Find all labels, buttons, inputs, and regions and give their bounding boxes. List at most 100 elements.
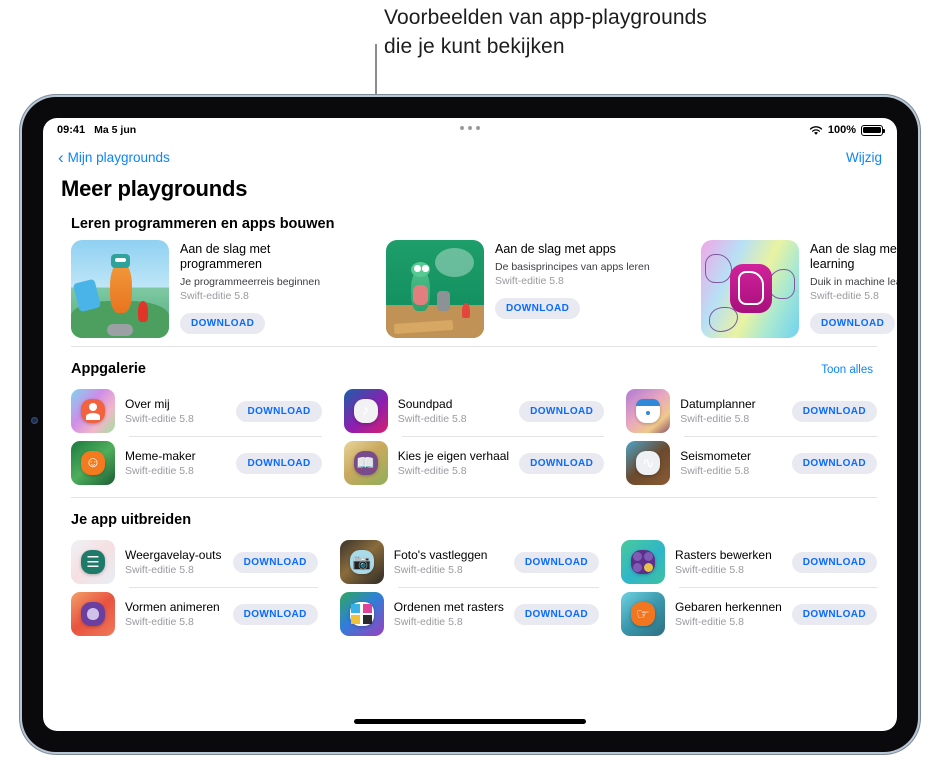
list-item[interactable]: ☰ Weergavelay-outs Swift-editie 5.8 DOWN…: [71, 536, 318, 588]
featured-card-version: Swift-editie 5.8: [495, 275, 564, 287]
app-version: Swift-editie 5.8: [680, 412, 750, 425]
soundpad-icon: ♪: [343, 389, 388, 433]
featured-card-title: Aan de slag met apps: [495, 242, 616, 256]
app-version: Swift-editie 5.8: [125, 563, 194, 576]
show-all-link[interactable]: Toon alles: [821, 364, 873, 376]
section-heading-label: Leren programmeren en apps bouwen: [71, 216, 335, 232]
list-item-meta: Over mij Swift-editie 5.8: [125, 397, 194, 426]
smart-connector-icon: [80, 97, 204, 98]
hands-rainbow-artwork: [701, 240, 799, 338]
list-item[interactable]: Over mij Swift-editie 5.8 DOWNLOAD: [71, 385, 322, 437]
list-item[interactable]: ♪ Soundpad Swift-editie 5.8 DOWNLOAD: [343, 385, 605, 437]
featured-card-info: Aan de slag met apps De basisprincipes v…: [495, 240, 650, 338]
section-heading-label: Appgalerie: [71, 361, 146, 377]
weergavelay-outs-icon: ☰: [71, 540, 115, 584]
list-item[interactable]: Datumplanner Swift-editie 5.8 DOWNLOAD: [626, 385, 877, 437]
app-name: Seismometer: [680, 448, 751, 463]
chevron-left-icon: ‹: [58, 147, 64, 167]
featured-card[interactable]: Aan de slag met apps De basisprincipes v…: [386, 240, 701, 338]
back-button[interactable]: ‹ Mijn playgrounds: [58, 149, 170, 166]
meme-maker-icon: ☺: [71, 441, 115, 485]
battery-full-icon: [861, 124, 885, 136]
edit-button[interactable]: Wijzig: [846, 150, 882, 165]
featured-card[interactable]: Aan de slag met machine learning Duik in…: [701, 240, 897, 338]
download-button[interactable]: DOWNLOAD: [791, 603, 877, 625]
front-camera-icon: [31, 417, 38, 424]
featured-card-version: Swift-editie 5.8: [810, 290, 879, 302]
list-item-meta: Foto's vastleggen Swift-editie 5.8: [394, 548, 488, 577]
app-name: Foto's vastleggen: [393, 547, 488, 562]
list-item[interactable]: 📖 Kies je eigen verhaal Swift-editie 5.8…: [343, 437, 605, 489]
list-item[interactable]: Rasters bewerken Swift-editie 5.8 DOWNLO…: [621, 536, 877, 588]
ipad-device-frame: 09:41 Ma 5 jun 100% ‹ Mijn playgrounds W…: [22, 97, 918, 752]
app-name: Gebaren herkennen: [675, 599, 782, 614]
ordenen-met-rasters-icon: [339, 592, 384, 636]
featured-card-title: Aan de slag met programmeren: [180, 242, 271, 271]
app-name: Rasters bewerken: [675, 547, 772, 562]
app-grid-uitbreiden: ☰ Weergavelay-outs Swift-editie 5.8 DOWN…: [43, 536, 897, 640]
featured-card[interactable]: Aan de slag met programmeren Je programm…: [71, 240, 386, 338]
vormen-animeren-icon: [71, 592, 115, 636]
home-indicator[interactable]: [354, 719, 586, 724]
ipad-screen: 09:41 Ma 5 jun 100% ‹ Mijn playgrounds W…: [43, 118, 897, 731]
app-version: Swift-editie 5.8: [125, 412, 194, 425]
app-name: Datumplanner: [680, 396, 756, 411]
screenshot-root: Voorbeelden van app-playgrounds die je k…: [0, 0, 931, 766]
seismometer-icon: ∿: [626, 441, 671, 485]
section-heading-label: Je app uitbreiden: [71, 512, 192, 528]
app-version: Swift-editie 5.8: [675, 563, 744, 576]
fotos-vastleggen-icon: 📷: [339, 540, 384, 584]
section-heading-uitbreiden: Je app uitbreiden: [43, 498, 897, 536]
download-button[interactable]: DOWNLOAD: [791, 452, 877, 474]
rasters-bewerken-icon: [621, 540, 666, 584]
download-button[interactable]: DOWNLOAD: [519, 400, 605, 422]
back-button-label: Mijn playgrounds: [67, 149, 170, 165]
callout-label: Voorbeelden van app-playgrounds die je k…: [384, 6, 708, 58]
download-button[interactable]: DOWNLOAD: [513, 603, 600, 625]
download-button[interactable]: DOWNLOAD: [519, 452, 605, 474]
download-button[interactable]: DOWNLOAD: [495, 298, 581, 319]
download-button[interactable]: DOWNLOAD: [791, 400, 877, 422]
content-area: Meer playgrounds Leren programmeren en a…: [43, 172, 897, 640]
download-button[interactable]: DOWNLOAD: [236, 452, 322, 474]
app-grid-appgalerie: Over mij Swift-editie 5.8 DOWNLOAD ♪ Sou…: [43, 385, 897, 489]
download-button[interactable]: DOWNLOAD: [236, 400, 322, 422]
app-name: Vormen animeren: [125, 599, 220, 614]
list-item-meta: Soundpad Swift-editie 5.8: [398, 397, 467, 426]
featured-card-title: Aan de slag met machine learning: [810, 242, 897, 271]
app-name: Over mij: [125, 396, 170, 411]
section-heading-featured: Leren programmeren en apps bouwen: [43, 202, 897, 240]
download-button[interactable]: DOWNLOAD: [180, 313, 266, 334]
featured-card-info: Aan de slag met programmeren Je programm…: [180, 240, 330, 338]
download-button[interactable]: DOWNLOAD: [791, 551, 877, 573]
download-button[interactable]: DOWNLOAD: [232, 551, 318, 573]
list-item[interactable]: 📷 Foto's vastleggen Swift-editie 5.8 DOW…: [339, 536, 600, 588]
app-name: Kies je eigen verhaal: [397, 448, 510, 463]
download-button[interactable]: DOWNLOAD: [232, 603, 318, 625]
lizard-thought-bubble-artwork: [386, 240, 484, 338]
app-version: Swift-editie 5.8: [680, 464, 750, 477]
app-version: Swift-editie 5.8: [397, 464, 467, 477]
app-version: Swift-editie 5.8: [125, 615, 194, 628]
list-item[interactable]: Ordenen met rasters Swift-editie 5.8 DOW…: [339, 588, 600, 640]
status-bar: 09:41 Ma 5 jun 100%: [43, 118, 897, 142]
page-title: Meer playgrounds: [61, 176, 248, 201]
featured-carousel[interactable]: Aan de slag met programmeren Je programm…: [43, 240, 897, 338]
app-version: Swift-editie 5.8: [397, 412, 467, 425]
gebaren-herkennen-icon: ☞: [621, 592, 666, 636]
section-heading-appgalerie: Appgalerie Toon alles: [43, 347, 897, 385]
app-name: Meme-maker: [125, 448, 196, 463]
list-item[interactable]: ☺ Meme-maker Swift-editie 5.8 DOWNLOAD: [71, 437, 322, 489]
list-item[interactable]: ☞ Gebaren herkennen Swift-editie 5.8 DOW…: [621, 588, 877, 640]
featured-card-subtitle: De basisprincipes van apps leren: [495, 261, 650, 273]
download-button[interactable]: DOWNLOAD: [513, 551, 600, 573]
list-item[interactable]: Vormen animeren Swift-editie 5.8 DOWNLOA…: [71, 588, 318, 640]
featured-card-subtitle: Je programmeerreis beginnen: [180, 276, 321, 288]
datumplanner-icon: [626, 389, 671, 433]
list-item-meta: Datumplanner Swift-editie 5.8: [680, 397, 755, 426]
download-button[interactable]: DOWNLOAD: [810, 313, 896, 334]
list-item[interactable]: ∿ Seismometer Swift-editie 5.8 DOWNLOAD: [626, 437, 877, 489]
list-item-meta: Weergavelay-outs Swift-editie 5.8: [125, 548, 222, 577]
kies-je-eigen-verhaal-icon: 📖: [343, 441, 388, 485]
multitasking-dots-icon[interactable]: [43, 126, 897, 130]
